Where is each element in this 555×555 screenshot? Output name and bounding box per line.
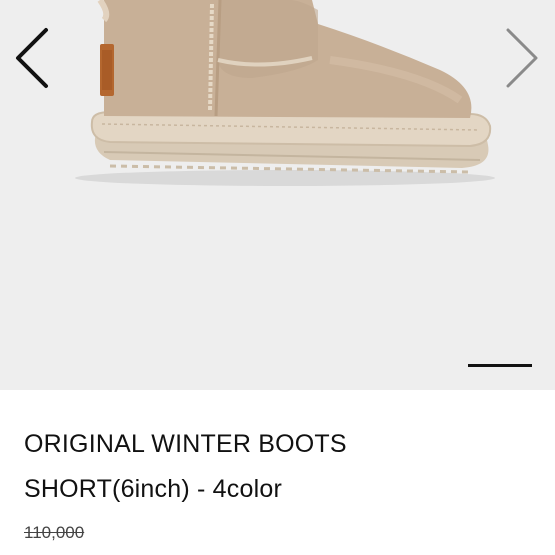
chevron-left-icon xyxy=(16,28,48,88)
slide-indicator xyxy=(468,364,532,367)
product-title-line-2: SHORT(6inch) - 4color xyxy=(24,475,282,503)
product-title-line-1: ORIGINAL WINTER BOOTS xyxy=(24,430,347,458)
next-image-button[interactable] xyxy=(500,26,544,90)
original-price: 110,000 xyxy=(24,523,85,542)
product-image-gallery[interactable] xyxy=(0,0,555,390)
product-page: ORIGINAL WINTER BOOTS SHORT(6inch) - 4co… xyxy=(0,0,555,555)
chevron-right-icon xyxy=(506,28,538,88)
product-info: ORIGINAL WINTER BOOTS SHORT(6inch) - 4co… xyxy=(0,390,555,555)
previous-image-button[interactable] xyxy=(10,26,54,90)
boot-photo xyxy=(75,0,495,186)
